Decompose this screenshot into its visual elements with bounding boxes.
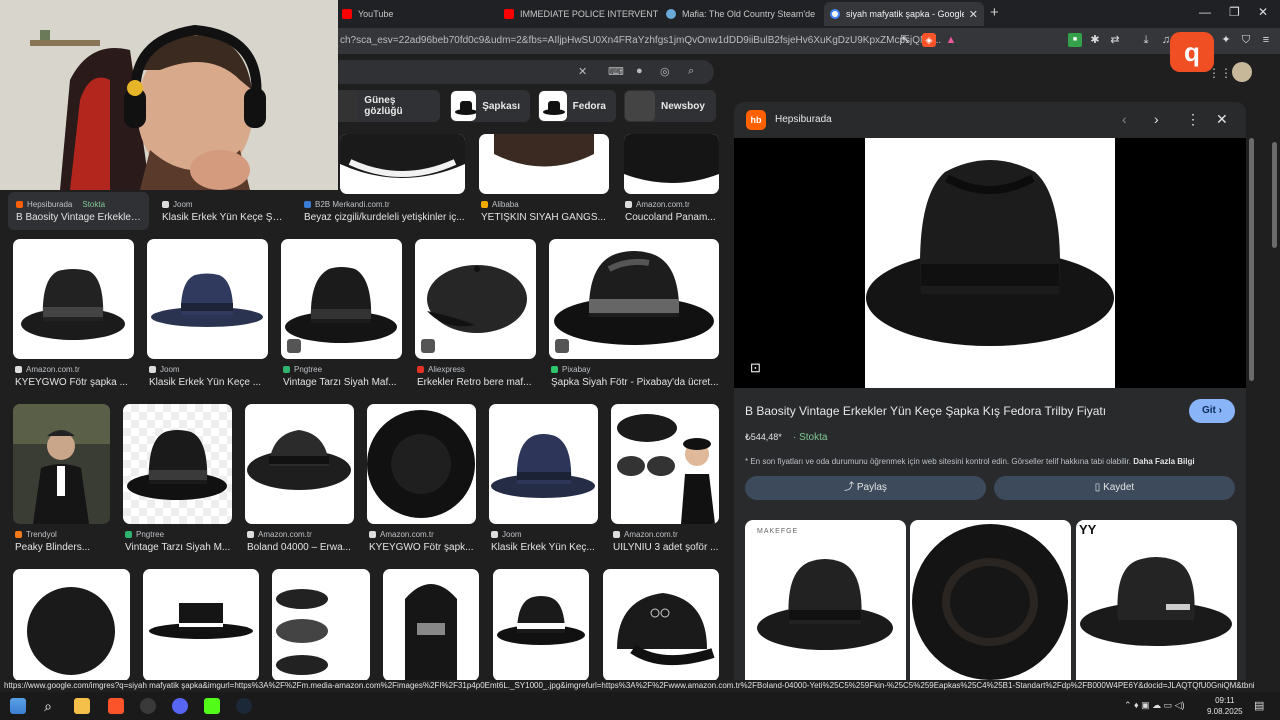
tab-police-intervention[interactable]: IMMEDIATE POLICE INTERVENTION! <box>498 2 658 26</box>
preview-title[interactable]: B Baosity Vintage Erkekler Yün Keçe Şapk… <box>745 404 1106 418</box>
video-badge-icon <box>421 339 435 353</box>
chip-gunes-gozlugu[interactable]: Güneş gözlüğü <box>330 90 440 122</box>
link-preview-url: https://www.google.com/imgres?q=siyah ma… <box>4 681 1254 690</box>
joom-icon <box>162 201 169 208</box>
download-icon[interactable]: ⤓ <box>1139 33 1153 47</box>
lens-icon[interactable]: ◎ <box>660 65 670 78</box>
previous-icon[interactable]: ‹ <box>1122 111 1127 127</box>
pixabay-icon <box>551 366 558 373</box>
lens-search-icon[interactable]: ⊡ <box>750 360 761 376</box>
pngtree-icon <box>283 366 290 373</box>
streamer-webcam-overlay <box>0 0 338 190</box>
amazon-icon <box>15 366 22 373</box>
kick-icon[interactable] <box>204 698 220 714</box>
brave-rewards-icon[interactable]: ▲ <box>944 33 958 47</box>
streamer-channel-logo: q <box>1170 32 1214 72</box>
search-icon[interactable]: ⌕ <box>688 65 694 78</box>
brave-browser-icon[interactable] <box>108 698 124 714</box>
page-scrollbar[interactable] <box>1272 142 1277 248</box>
amazon-icon <box>369 531 376 538</box>
chip-fedora[interactable]: Fedora <box>538 90 616 122</box>
panel-header: hb Hepsiburada ‹ › ⋮ ✕ <box>734 102 1246 138</box>
close-window-button[interactable]: ✕ <box>1258 5 1268 19</box>
result-item-selected[interactable]: Hepsiburada Stokta B Baosity Vintage Erke… <box>8 192 149 230</box>
image-badge-icon <box>555 339 569 353</box>
price-label: ₺544,48* <box>745 432 782 442</box>
share-icon[interactable]: ⇱ <box>898 33 912 47</box>
status-bar: https://www.google.com/imgres?q=siyah ma… <box>0 680 1280 692</box>
translate-icon[interactable]: ⇄ <box>1108 33 1122 47</box>
image-badge-icon <box>287 339 301 353</box>
windows-taskbar: ⌕ ⌃ ♦ ▣ ☁ ▭ ◁) 09:11 9.08.2025 ▤ <box>0 692 1280 720</box>
tab-google-search[interactable]: siyah mafyatik şapka - Google'da✕ <box>824 2 984 26</box>
new-tab-button[interactable]: + <box>990 4 999 21</box>
tab-youtube[interactable]: YouTube <box>336 2 496 26</box>
url-field[interactable]: ch?sca_esv=22ad96beb70fd0c9&udm=2&fbs=AI… <box>340 35 941 46</box>
related-image[interactable]: YY <box>1076 520 1237 680</box>
youtube-icon <box>504 9 514 19</box>
amazon-icon <box>247 531 254 538</box>
steam-icon[interactable] <box>236 698 252 714</box>
extensions-puzzle-icon[interactable]: ✱ <box>1088 33 1102 47</box>
image-preview-panel: hb Hepsiburada ‹ › ⋮ ✕ ⊡ B Baosity Vinta… <box>734 102 1246 680</box>
file-explorer-icon[interactable] <box>74 698 90 714</box>
learn-more-link[interactable]: Daha Fazla Bilgi <box>1133 457 1194 466</box>
go-button[interactable]: Git › <box>1189 399 1235 423</box>
keyboard-icon[interactable]: ⌨ <box>608 65 624 78</box>
chip-newsboy[interactable]: Newsboy <box>624 90 716 122</box>
joom-icon <box>149 366 156 373</box>
price-disclaimer: * En son fiyatları ve oda durumunu öğren… <box>745 457 1195 466</box>
stock-badge: · Stokta <box>793 432 828 443</box>
google-icon <box>830 9 840 19</box>
extension-icon[interactable]: ■ <box>1068 33 1082 47</box>
related-image[interactable] <box>910 520 1071 680</box>
preview-image[interactable] <box>865 138 1115 388</box>
trendyol-icon <box>15 531 22 538</box>
next-icon[interactable]: › <box>1154 111 1159 127</box>
save-button[interactable]: ▯ Kaydet <box>994 476 1235 500</box>
youtube-icon <box>342 9 352 19</box>
pngtree-icon <box>125 531 132 538</box>
vpn-shield-icon[interactable]: ⛉ <box>1239 33 1253 47</box>
hepsiburada-icon <box>16 201 23 208</box>
menu-icon[interactable]: ≡ <box>1259 33 1273 47</box>
close-tab-icon[interactable]: ✕ <box>969 8 978 21</box>
tab-mafia-steam[interactable]: Mafia: The Old Country Steam'de <box>660 2 820 26</box>
panel-site-name[interactable]: Hepsiburada <box>775 114 832 125</box>
share-button[interactable]: ⤴ Paylaş <box>745 476 986 500</box>
minimize-button[interactable]: — <box>1199 5 1211 19</box>
discord-icon[interactable] <box>172 698 188 714</box>
amazon-icon <box>613 531 620 538</box>
amazon-icon <box>625 201 632 208</box>
leo-ai-icon[interactable]: ✦ <box>1219 33 1233 47</box>
aliexpress-icon <box>417 366 424 373</box>
notifications-icon[interactable]: ▤ <box>1254 699 1264 712</box>
account-avatar[interactable] <box>1232 62 1252 82</box>
more-options-icon[interactable]: ⋮ <box>1186 111 1200 128</box>
obs-icon[interactable] <box>140 698 156 714</box>
filter-chips: Güneş gözlüğü Şapkası Fedora Newsboy <box>330 90 730 124</box>
panel-scrollbar[interactable] <box>1249 138 1254 381</box>
search-box[interactable]: ✕ ⌨ ● ◎ ⌕ <box>330 60 714 84</box>
microphone-icon[interactable]: ● <box>636 65 643 77</box>
preview-image-area[interactable]: ⊡ <box>734 138 1246 388</box>
close-panel-icon[interactable]: ✕ <box>1216 111 1228 128</box>
steam-icon <box>666 9 676 19</box>
restore-button[interactable]: ❐ <box>1229 5 1240 19</box>
clear-search-icon[interactable]: ✕ <box>578 65 587 78</box>
chip-sapkasi[interactable]: Şapkası <box>450 90 530 122</box>
windows-start-icon[interactable] <box>10 698 26 714</box>
system-clock[interactable]: 09:11 9.08.2025 <box>1207 695 1243 717</box>
brave-shield-icon[interactable]: ◈ <box>922 33 936 47</box>
joom-icon <box>491 531 498 538</box>
search-icon[interactable]: ⌕ <box>40 698 56 714</box>
tray-icons[interactable]: ⌃ ♦ ▣ ☁ ▭ ◁) <box>1124 700 1185 711</box>
hepsiburada-logo: hb <box>746 110 766 130</box>
related-image[interactable]: MAKEFGE <box>745 520 906 680</box>
alibaba-icon <box>481 201 488 208</box>
b2b-icon <box>304 201 311 208</box>
